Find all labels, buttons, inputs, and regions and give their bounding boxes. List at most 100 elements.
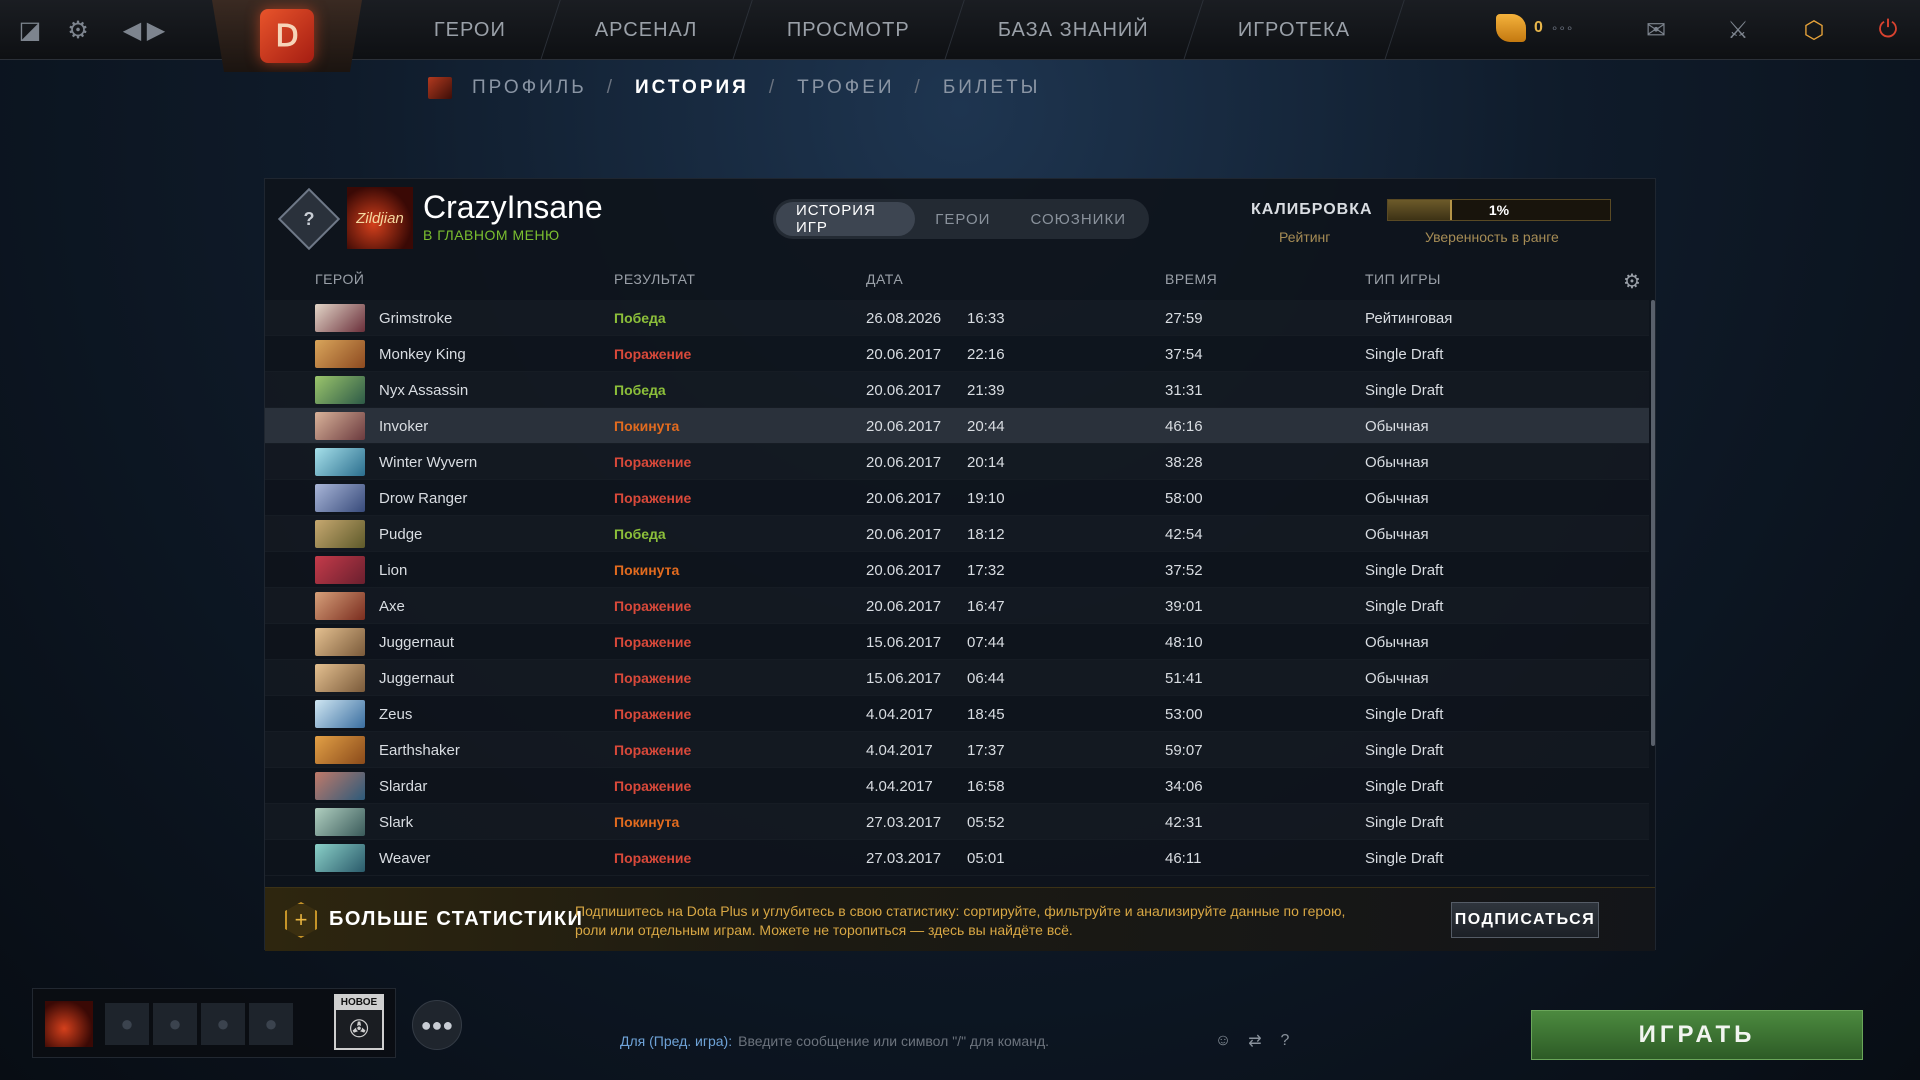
- match-row[interactable]: Winter Wyvern Поражение 20.06.2017 20:14 38:…: [265, 444, 1649, 480]
- hero-portrait-icon: [315, 484, 365, 512]
- game-mode: Обычная: [1365, 417, 1429, 435]
- nav-learn[interactable]: БАЗА ЗНАНИЙ: [944, 0, 1205, 60]
- match-duration: 46:11: [1165, 849, 1202, 867]
- header-result[interactable]: РЕЗУЛЬТАТ: [614, 271, 695, 287]
- match-row[interactable]: Pudge Победа 20.06.2017 18:12 42:54 Обычная: [265, 516, 1649, 552]
- match-row[interactable]: Juggernaut Поражение 15.06.2017 06:44 51:41 О…: [265, 660, 1649, 696]
- match-row[interactable]: Nyx Assassin Победа 20.06.2017 21:39 31:31 Si…: [265, 372, 1649, 408]
- header-date[interactable]: ДАТА: [866, 271, 903, 287]
- match-duration: 42:54: [1165, 525, 1203, 543]
- header-game-mode[interactable]: ТИП ИГРЫ: [1365, 271, 1441, 287]
- hero-portrait-icon: [315, 736, 365, 764]
- armory-icon[interactable]: ⚔: [1716, 10, 1760, 50]
- match-date: 20.06.2017: [866, 561, 942, 579]
- match-row[interactable]: Drow Ranger Поражение 20.06.2017 19:10 58:00…: [265, 480, 1649, 516]
- dota-logo-tab[interactable]: Ⅾ: [212, 0, 362, 72]
- match-time: 20:44: [967, 417, 1005, 435]
- rating-label: Рейтинг: [1279, 229, 1331, 245]
- tab-heroes[interactable]: ГЕРОИ: [915, 202, 1010, 236]
- match-time: 18:12: [967, 525, 1005, 543]
- party-leader-avatar[interactable]: [45, 1001, 93, 1047]
- match-row[interactable]: Monkey King Поражение 20.06.2017 22:16 37:54…: [265, 336, 1649, 372]
- hero-portrait-icon: [315, 448, 365, 476]
- rank-badge-icon[interactable]: ?: [277, 187, 341, 251]
- match-date: 4.04.2017: [866, 741, 933, 759]
- match-row[interactable]: Lion Покинута 20.06.2017 17:32 37:52 Single D…: [265, 552, 1649, 588]
- table-header: ГЕРОЙ РЕЗУЛЬТАТ ДАТА ВРЕМЯ ТИП ИГРЫ: [265, 271, 1655, 293]
- help-button[interactable]: ?: [1272, 1028, 1298, 1054]
- player-header: ? Zildjian CrazyInsane В ГЛАВНОМ МЕНЮ ИС…: [265, 179, 1655, 259]
- dashboard-icon[interactable]: ◪: [14, 14, 46, 46]
- match-result: Поражение: [614, 670, 692, 686]
- hero-name: Juggernaut: [379, 669, 455, 687]
- match-row[interactable]: Weaver Поражение 27.03.2017 05:01 46:11 Singl…: [265, 840, 1649, 876]
- tab-allies[interactable]: СОЮЗНИКИ: [1010, 202, 1146, 236]
- party-slot-empty[interactable]: ●: [201, 1003, 245, 1045]
- shards-counter[interactable]: 0 ∘∘∘: [1496, 14, 1573, 42]
- chat-input[interactable]: [738, 1033, 1209, 1049]
- subnav-profile[interactable]: ПРОФИЛЬ: [472, 77, 587, 99]
- match-row[interactable]: Invoker Покинута 20.06.2017 20:44 46:16 Обычн…: [265, 408, 1649, 444]
- dota-logo-icon: Ⅾ: [260, 9, 314, 63]
- header-hero[interactable]: ГЕРОЙ: [315, 271, 364, 287]
- table-settings-gear-icon[interactable]: ⚙: [1623, 269, 1641, 294]
- match-row[interactable]: Axe Поражение 20.06.2017 16:47 39:01 Single D…: [265, 588, 1649, 624]
- hero-name: Invoker: [379, 417, 429, 435]
- play-button[interactable]: ИГРАТЬ: [1531, 1010, 1863, 1060]
- match-duration: 38:28: [1165, 453, 1203, 471]
- hero-portrait-icon: [315, 376, 365, 404]
- match-duration: 34:06: [1165, 777, 1203, 795]
- match-time: 05:52: [967, 813, 1005, 831]
- header-duration[interactable]: ВРЕМЯ: [1165, 271, 1217, 287]
- match-row[interactable]: Slark Покинута 27.03.2017 05:52 42:31 Single …: [265, 804, 1649, 840]
- match-time: 16:58: [967, 777, 1005, 795]
- match-time: 21:39: [967, 381, 1005, 399]
- chat-channel[interactable]: Для (Пред. игра):: [620, 1033, 732, 1049]
- forward-arrow-icon[interactable]: ▶: [140, 14, 172, 46]
- match-row[interactable]: Earthshaker Поражение 4.04.2017 17:37 59:07 S…: [265, 732, 1649, 768]
- match-row[interactable]: Zeus Поражение 4.04.2017 18:45 53:00 Single D…: [265, 696, 1649, 732]
- game-mode: Single Draft: [1365, 813, 1444, 831]
- nav-armory[interactable]: АРСЕНАЛ: [541, 0, 753, 60]
- hero-portrait-icon: [315, 304, 365, 332]
- profile-avatar-small: [428, 77, 452, 99]
- match-time: 16:47: [967, 597, 1005, 615]
- chat-icon[interactable]: ✉: [1634, 10, 1678, 50]
- nav-heroes[interactable]: ГЕРОИ: [380, 0, 561, 60]
- match-row[interactable]: Slardar Поражение 4.04.2017 16:58 34:06 Singl…: [265, 768, 1649, 804]
- tab-match-history[interactable]: ИСТОРИЯ ИГР: [776, 202, 916, 236]
- party-slot-empty[interactable]: ●: [153, 1003, 197, 1045]
- game-mode: Single Draft: [1365, 705, 1444, 723]
- nav-watch[interactable]: ПРОСМОТР: [732, 0, 965, 60]
- subnav-trophies[interactable]: ТРОФЕИ: [797, 77, 894, 99]
- party-finder-icon[interactable]: ●●●: [412, 1000, 462, 1050]
- player-avatar[interactable]: Zildjian: [347, 187, 413, 249]
- new-event-badge[interactable]: НОВОЕ ✇: [334, 994, 384, 1050]
- shards-value: 0: [1534, 19, 1543, 36]
- subnav-tickets[interactable]: БИЛЕТЫ: [943, 77, 1041, 99]
- game-mode: Single Draft: [1365, 849, 1444, 867]
- party-slot-empty[interactable]: ●: [249, 1003, 293, 1045]
- power-icon[interactable]: ⏻: [1866, 10, 1910, 50]
- match-result: Поражение: [614, 706, 692, 722]
- match-list-scrollbar[interactable]: [1651, 300, 1655, 746]
- subnav-history[interactable]: ИСТОРИЯ: [635, 77, 749, 99]
- nav-arcade[interactable]: ИГРОТЕКА: [1184, 0, 1406, 60]
- history-tabs: ИСТОРИЯ ИГР ГЕРОИ СОЮЗНИКИ: [773, 199, 1149, 239]
- player-status: В ГЛАВНОМ МЕНЮ: [423, 227, 560, 243]
- emoticon-icon[interactable]: ☺: [1210, 1028, 1236, 1054]
- match-row[interactable]: Juggernaut Поражение 15.06.2017 07:44 48:10 О…: [265, 624, 1649, 660]
- settings-gear-icon[interactable]: ⚙: [62, 14, 94, 46]
- match-time: 18:45: [967, 705, 1005, 723]
- hero-portrait-icon: [315, 808, 365, 836]
- subscribe-button[interactable]: ПОДПИСАТЬСЯ: [1451, 902, 1599, 938]
- dota-plus-icon[interactable]: ⬡: [1792, 10, 1836, 50]
- match-duration: 39:01: [1165, 597, 1203, 615]
- top-navigation-bar: ◪ ⚙ ◀ ▶ Ⅾ ГЕРОИ АРСЕНАЛ ПРОСМОТР БАЗА ЗН…: [0, 0, 1920, 72]
- match-row[interactable]: Grimstroke Победа 26.08.2026 16:33 27:59 Рейт…: [265, 300, 1649, 336]
- match-duration: 37:54: [1165, 345, 1203, 363]
- translate-icon[interactable]: ⇄: [1242, 1028, 1268, 1054]
- match-result: Поражение: [614, 454, 692, 470]
- party-slot-empty[interactable]: ●: [105, 1003, 149, 1045]
- chat-bar: Для (Пред. игра):: [620, 1030, 1300, 1052]
